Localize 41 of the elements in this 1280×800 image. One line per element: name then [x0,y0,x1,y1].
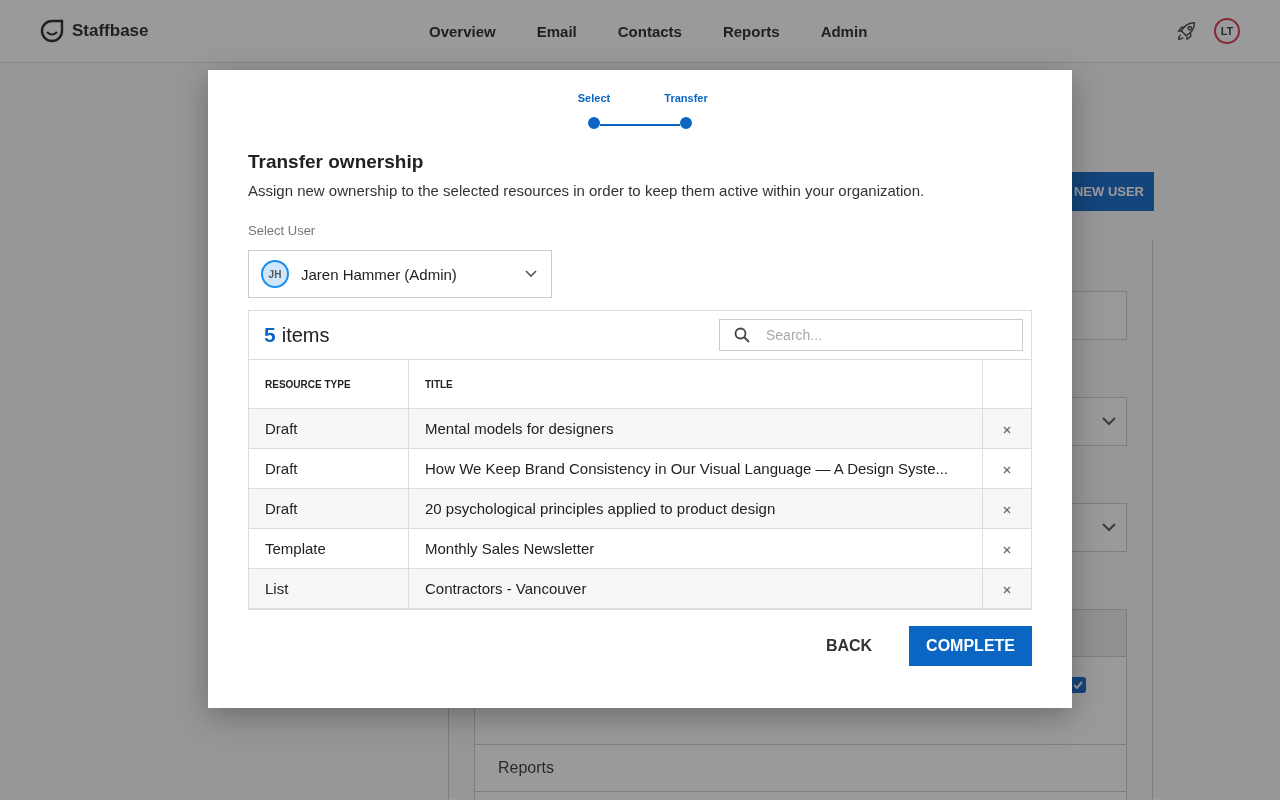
rocket-icon[interactable] [1176,20,1198,42]
nav-link[interactable]: Admin [820,22,868,40]
table-cell: Contractors - Vancouver [408,568,983,609]
table-cell: List [249,568,409,609]
remove-icon[interactable] [1003,466,1011,474]
item-count: 5 [264,323,276,347]
field-label: Select User [248,223,316,238]
nav-link[interactable]: Contacts [617,22,682,40]
table-cell: Monthly Sales Newsletter [408,528,983,569]
nav-link[interactable]: Reports [722,22,780,40]
remove-icon[interactable] [1003,506,1011,514]
remove-icon[interactable] [1003,586,1011,594]
item-count-label: items [281,324,330,347]
table-cell: 20 psychological principles applied to product design [408,488,983,529]
column-header: TITLE [408,360,983,409]
logo-icon [40,19,64,43]
chevron-down-icon [1102,523,1116,532]
brand-name: Staffbase [72,21,149,41]
step-label: Transfer [664,92,708,104]
complete-button[interactable]: COMPLETE [909,626,1032,666]
search-field[interactable]: Search... [719,319,1023,351]
table-cell: Mental models for designers [408,408,983,449]
user-avatar[interactable]: LT [1214,18,1240,44]
user-dropdown[interactable]: JH Jaren Hammer (Admin) [248,250,552,298]
table-cell: Draft [249,488,409,529]
user-avatar: JH [261,260,289,288]
table-cell: Draft [249,448,409,489]
step-label: Select [577,92,611,104]
nav-link[interactable]: Email [536,22,577,40]
nav-link[interactable]: Overview [429,22,496,40]
chevron-down-icon [1102,417,1116,426]
chevron-down-icon [525,270,537,278]
table-cell: How We Keep Brand Consistency in Our Visual Language — A Design Syste... [408,448,983,489]
remove-icon[interactable] [1003,546,1011,554]
dialog-title: Transfer ownership [248,151,425,173]
column-header: RESOURCE TYPE [249,360,409,409]
section-title[interactable]: Reports [475,745,1126,792]
remove-icon[interactable] [1003,426,1011,434]
table-cell: Template [249,528,409,569]
table-cell: Draft [249,408,409,449]
dialog-description: Assign new ownership to the selected resources in order to keep them active within your organization. [248,182,926,199]
